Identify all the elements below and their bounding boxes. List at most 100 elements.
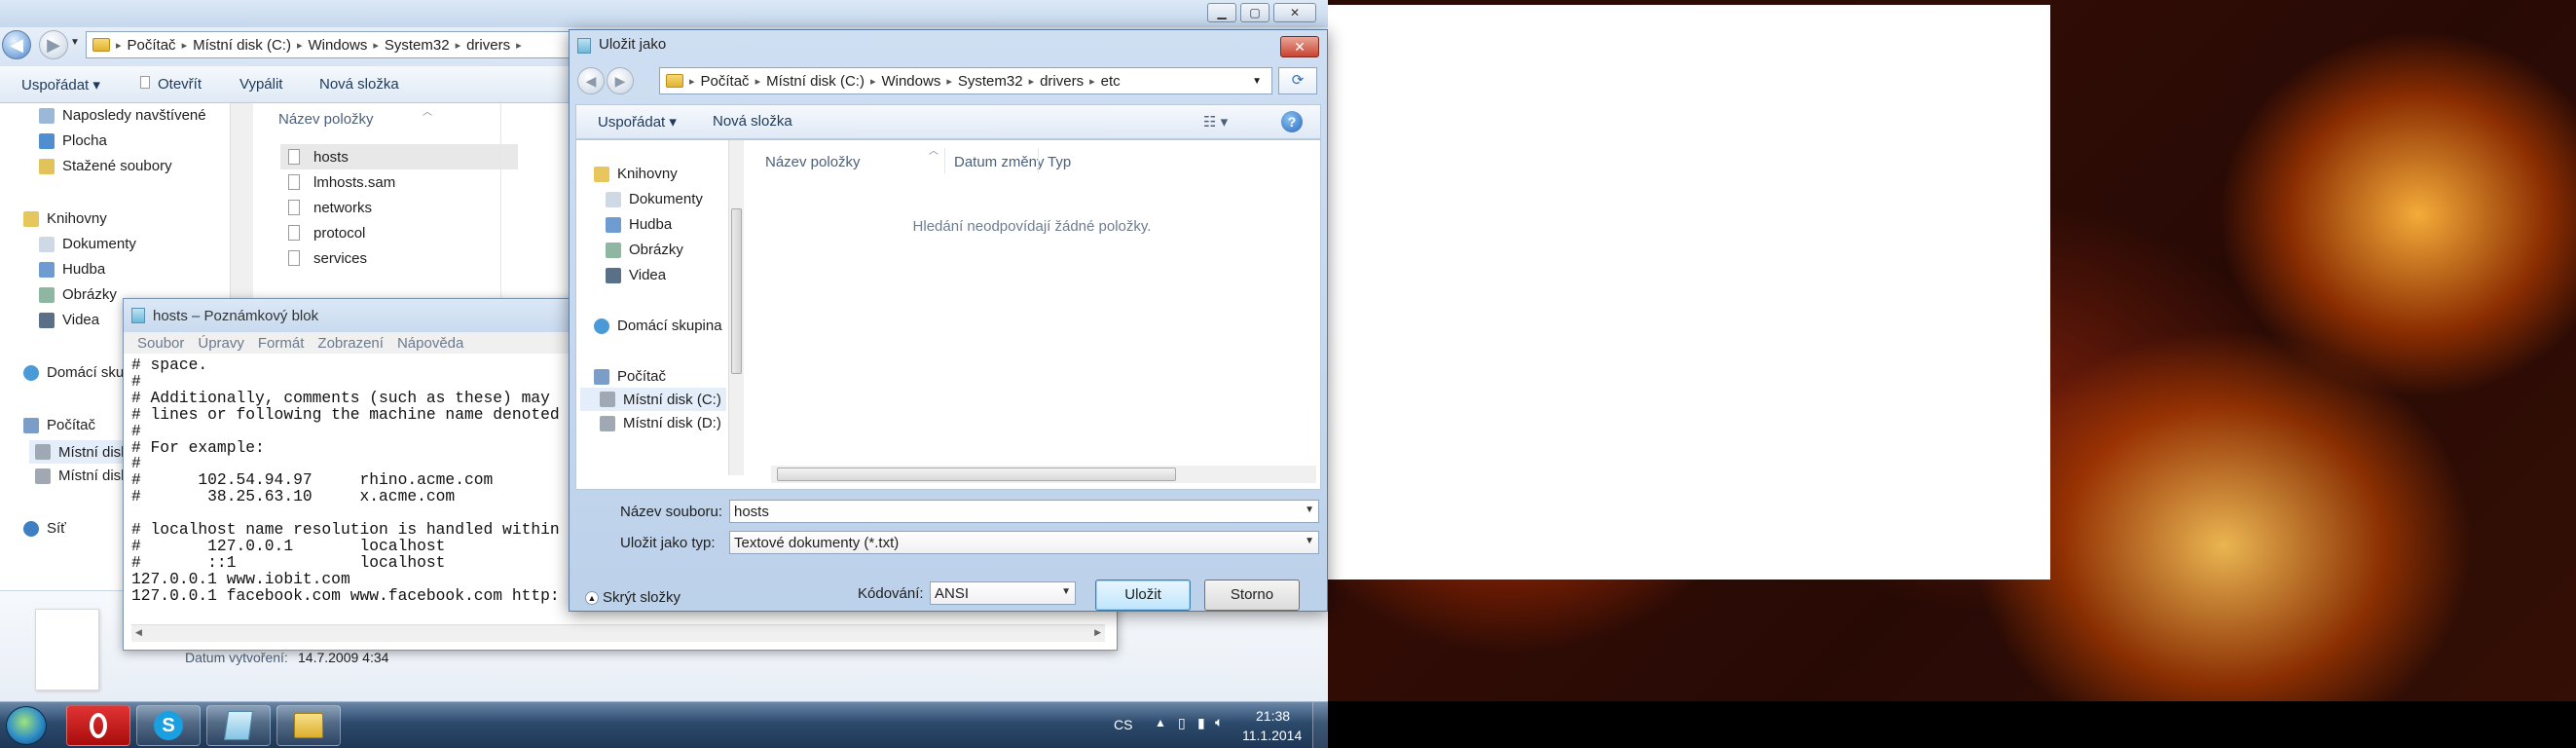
drive-icon bbox=[35, 444, 51, 460]
clock-date[interactable]: 11.1.2014 bbox=[1242, 728, 1302, 743]
hide-folders-toggle[interactable]: ▲ Skrýt složky bbox=[585, 589, 681, 606]
breadcrumb-system32[interactable]: System32 bbox=[385, 37, 450, 54]
breadcrumb-drivers[interactable]: drivers bbox=[1040, 73, 1084, 90]
dialog-close-button[interactable]: ✕ bbox=[1280, 36, 1319, 57]
navigation-scrollbar[interactable] bbox=[728, 140, 744, 475]
nav-pictures[interactable]: Obrázky bbox=[39, 286, 117, 303]
show-hidden-icons-icon[interactable]: ▲ bbox=[1155, 716, 1166, 729]
chevron-down-icon[interactable]: ▼ bbox=[1061, 586, 1071, 597]
start-button[interactable] bbox=[6, 706, 47, 745]
forward-button[interactable]: ▶ bbox=[39, 30, 68, 59]
file-row-protocol[interactable]: protocol bbox=[280, 220, 518, 245]
nav-desktop[interactable]: Plocha bbox=[39, 132, 107, 149]
breadcrumb-system32[interactable]: System32 bbox=[958, 73, 1023, 90]
column-divider bbox=[944, 148, 945, 173]
filename-input[interactable]: hosts ▼ bbox=[729, 500, 1319, 523]
clock-time[interactable]: 21:38 bbox=[1256, 708, 1290, 724]
back-button[interactable]: ◀ bbox=[2, 30, 31, 59]
language-indicator[interactable]: CS bbox=[1114, 717, 1132, 732]
nav-disk-d[interactable]: Místní disk (D:) bbox=[600, 415, 721, 431]
nav-downloads[interactable]: Stažené soubory bbox=[39, 158, 172, 174]
menu-help[interactable]: Nápověda bbox=[397, 335, 463, 352]
show-desktop-button[interactable] bbox=[1312, 702, 1328, 748]
filetype-select[interactable]: Textové dokumenty (*.txt) ▼ bbox=[729, 531, 1319, 554]
column-header-date[interactable]: Datum změny bbox=[954, 154, 1045, 170]
menu-edit[interactable]: Úpravy bbox=[198, 335, 244, 352]
volume-icon[interactable]: 🔈︎ bbox=[1215, 714, 1223, 730]
file-row-hosts[interactable]: hosts bbox=[280, 144, 518, 169]
menu-format[interactable]: Formát bbox=[258, 335, 305, 352]
back-button[interactable]: ◀ bbox=[577, 67, 605, 94]
breadcrumb-computer[interactable]: Počítač bbox=[128, 37, 176, 54]
minimize-button[interactable]: ▁ bbox=[1207, 3, 1236, 22]
network-status-icon[interactable]: ▮ bbox=[1197, 715, 1205, 731]
file-row-lmhosts[interactable]: lmhosts.sam bbox=[280, 169, 518, 195]
forward-button[interactable]: ▶ bbox=[607, 67, 634, 94]
nav-documents[interactable]: Dokumenty bbox=[606, 191, 703, 207]
taskbar-notepad[interactable] bbox=[206, 705, 271, 746]
taskbar-explorer[interactable] bbox=[276, 705, 341, 746]
nav-recent-places[interactable]: Naposledy navštívené bbox=[39, 107, 206, 124]
menu-file[interactable]: Soubor bbox=[137, 335, 184, 352]
cancel-button[interactable]: Storno bbox=[1204, 580, 1300, 611]
taskbar-opera[interactable] bbox=[66, 705, 130, 746]
file-row-networks[interactable]: networks bbox=[280, 195, 518, 220]
breadcrumb-computer[interactable]: Počítač bbox=[701, 73, 750, 90]
burn-button[interactable]: Vypálit bbox=[239, 76, 282, 93]
skype-icon: S bbox=[154, 711, 183, 740]
chevron-down-icon[interactable]: ▼ bbox=[1305, 536, 1314, 546]
scrollbar-thumb[interactable] bbox=[777, 468, 1176, 481]
device-icon[interactable]: ▯ bbox=[1178, 715, 1186, 731]
column-header-type[interactable]: Typ bbox=[1048, 154, 1071, 170]
breadcrumb-disk-c[interactable]: Místní disk (C:) bbox=[766, 73, 865, 90]
refresh-button[interactable]: ⟳ bbox=[1278, 67, 1317, 94]
nav-homegroup[interactable]: Domácí skupina bbox=[594, 318, 722, 334]
nav-documents[interactable]: Dokumenty bbox=[39, 236, 136, 252]
new-folder-button[interactable]: Nová složka bbox=[319, 76, 399, 93]
open-button[interactable]: Otevřít bbox=[140, 76, 202, 93]
file-row-services[interactable]: services bbox=[280, 245, 518, 271]
nav-libraries[interactable]: Knihovny bbox=[23, 210, 107, 227]
breadcrumb-etc[interactable]: etc bbox=[1101, 73, 1121, 90]
maximize-button[interactable]: ▢ bbox=[1240, 3, 1270, 22]
taskbar-skype[interactable]: S bbox=[136, 705, 201, 746]
chevron-down-icon[interactable]: ▼ bbox=[1305, 505, 1314, 515]
nav-music[interactable]: Hudba bbox=[606, 216, 672, 233]
nav-computer[interactable]: Počítač bbox=[23, 417, 95, 433]
explorer-address-field[interactable]: ▸ Počítač ▸ Místní disk (C:) ▸ Windows ▸… bbox=[86, 31, 576, 58]
close-button[interactable]: ✕ bbox=[1273, 3, 1316, 22]
nav-libraries[interactable]: Knihovny bbox=[594, 166, 678, 182]
created-value: 14.7.2009 4:34 bbox=[298, 650, 389, 665]
breadcrumb-drivers[interactable]: drivers bbox=[466, 37, 510, 54]
file-list-horizontal-scrollbar[interactable] bbox=[771, 466, 1316, 483]
menu-view[interactable]: Zobrazení bbox=[317, 335, 384, 352]
nav-videos[interactable]: Videa bbox=[39, 312, 99, 328]
nav-music[interactable]: Hudba bbox=[39, 261, 105, 278]
help-icon[interactable]: ? bbox=[1281, 111, 1303, 132]
breadcrumb-windows[interactable]: Windows bbox=[308, 37, 367, 54]
save-as-address-field[interactable]: ▸ Počítač ▸ Místní disk (C:) ▸ Windows ▸… bbox=[659, 67, 1272, 94]
new-folder-button[interactable]: Nová složka bbox=[713, 113, 792, 130]
sort-arrow-icon: ︿ bbox=[423, 107, 432, 118]
encoding-select[interactable]: ANSI ▼ bbox=[930, 581, 1076, 605]
scrollbar-thumb[interactable] bbox=[731, 208, 742, 374]
organize-button[interactable]: Uspořádat ▾ bbox=[598, 113, 677, 131]
column-header-name[interactable]: Název položky bbox=[765, 154, 861, 170]
nav-videos[interactable]: Videa bbox=[606, 267, 666, 283]
recent-pages-dropdown-icon[interactable]: ▼ bbox=[70, 37, 80, 48]
organize-button[interactable]: Uspořádat ▾ bbox=[21, 76, 100, 94]
nav-computer[interactable]: Počítač bbox=[594, 368, 666, 385]
nav-pictures[interactable]: Obrázky bbox=[606, 242, 683, 258]
address-dropdown-icon[interactable]: ▼ bbox=[1252, 76, 1262, 87]
column-header-name[interactable]: Název položky bbox=[278, 111, 374, 128]
save-button[interactable]: Uložit bbox=[1095, 580, 1191, 611]
recent-places-icon bbox=[39, 107, 55, 124]
view-options-icon[interactable]: ☷ ▾ bbox=[1203, 113, 1228, 131]
nav-disk-c[interactable]: Místní disk (C:) bbox=[580, 388, 726, 411]
scroll-right-icon[interactable]: ▶ bbox=[1094, 627, 1101, 638]
scroll-left-icon[interactable]: ◀ bbox=[135, 627, 142, 638]
notepad-horizontal-scrollbar[interactable]: ◀ ▶ bbox=[131, 624, 1105, 642]
breadcrumb-windows[interactable]: Windows bbox=[881, 73, 940, 90]
breadcrumb-disk-c[interactable]: Místní disk (C:) bbox=[193, 37, 291, 54]
nav-network[interactable]: Síť bbox=[23, 520, 66, 537]
